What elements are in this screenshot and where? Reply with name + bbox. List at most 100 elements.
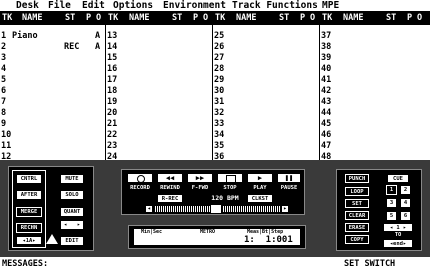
column-divider <box>212 11 213 160</box>
track-output: A <box>95 31 101 41</box>
track-number: 42 <box>321 86 332 96</box>
track-number: 10 <box>1 130 12 140</box>
rechn-button[interactable]: RECHN <box>16 223 42 233</box>
pause-button[interactable]: ❚❚ <box>277 173 301 183</box>
edit-button[interactable]: EDIT <box>60 236 84 246</box>
metro-label: METRO <box>200 229 216 235</box>
tempo-display: 120 BPM <box>205 195 245 202</box>
menu-bar: Desk File Edit Options Environment Track… <box>0 0 430 11</box>
track-number: 13 <box>107 31 118 41</box>
track-number: 15 <box>107 53 118 63</box>
play-button[interactable]: ▶ <box>247 173 273 183</box>
track-number: 34 <box>214 130 225 140</box>
track-output: A <box>95 42 101 52</box>
header-p: P <box>193 13 199 23</box>
after-button[interactable]: AFTER <box>16 190 42 200</box>
cue-slot-4[interactable]: 4 <box>400 198 411 208</box>
menu-edit[interactable]: Edit <box>82 0 105 11</box>
arrow-right-icon[interactable]: ▸ <box>77 222 80 228</box>
mute-button[interactable]: MUTE <box>60 174 84 184</box>
tempo-slider-thumb[interactable] <box>210 204 222 214</box>
to-selector[interactable]: ◂end▸ <box>383 239 413 248</box>
arrow-left-icon[interactable]: ◂ <box>64 222 67 228</box>
menu-track-functions[interactable]: Track Functions <box>232 0 318 11</box>
track-number: 18 <box>107 86 118 96</box>
copy-button[interactable]: COPY <box>345 235 369 244</box>
cue-button[interactable]: CUE <box>387 174 409 183</box>
track-number: 20 <box>107 108 118 118</box>
position-display: 1: 1:001 <box>244 235 293 245</box>
column-divider <box>319 11 320 160</box>
fast-forward-icon: ▶▶ <box>195 174 205 182</box>
track-header: TK NAME ST P O TK NAME ST P O TK NAME ST… <box>0 11 430 25</box>
record-icon <box>137 175 145 183</box>
minsec-label: Min|Sec <box>141 229 163 235</box>
arrow-left-icon[interactable]: ◂ <box>390 225 393 231</box>
from-selector[interactable]: ◂ 1 ▸ <box>383 223 413 232</box>
rrec-button[interactable]: R-REC <box>157 194 183 203</box>
erase-button[interactable]: ERASE <box>345 223 369 232</box>
menu-desk[interactable]: Desk <box>16 0 39 11</box>
channel-selector[interactable]: ◂1A▸ <box>16 236 42 245</box>
track-number: 3 <box>1 53 7 63</box>
set-button[interactable]: SET <box>345 199 369 208</box>
merge-button[interactable]: MERGE <box>16 207 42 217</box>
quant-button[interactable]: QUANT <box>60 207 84 217</box>
cue-slot-5[interactable]: 5 <box>386 211 397 221</box>
quant-selector[interactable]: ◂ ▸ <box>60 220 84 230</box>
column-divider <box>105 11 106 160</box>
track-number: 7 <box>1 97 7 107</box>
header-st: ST <box>65 13 76 23</box>
menu-file[interactable]: File <box>48 0 71 11</box>
to-label: TO <box>394 232 402 238</box>
track-number: 40 <box>321 64 332 74</box>
menu-environment[interactable]: Environment <box>163 0 226 11</box>
track-number: 35 <box>214 141 225 151</box>
solo-button[interactable]: SOLO <box>60 190 84 200</box>
cue-slot-1[interactable]: 1 <box>386 185 397 195</box>
arrow-left-icon: ◂ <box>147 205 151 212</box>
arrow-right-icon: ▸ <box>283 205 287 212</box>
cue-slot-2[interactable]: 2 <box>400 185 411 195</box>
track-number: 43 <box>321 97 332 107</box>
menu-mpe[interactable]: MPE <box>322 0 339 11</box>
arrow-right-icon[interactable]: ▸ <box>32 238 35 244</box>
bpm-label: BPM <box>226 194 239 202</box>
track-number: 44 <box>321 108 332 118</box>
header-name: NAME <box>129 13 150 23</box>
control-panel: CNTRL AFTER MERGE RECHN ◂1A▸ MUTE SOLO Q… <box>0 160 430 257</box>
stop-button[interactable] <box>217 173 243 183</box>
track-number: 28 <box>214 64 225 74</box>
track-number: 30 <box>214 86 225 96</box>
rewind-button[interactable]: ◀◀ <box>157 173 183 183</box>
clkst-button[interactable]: CLKST <box>247 194 273 203</box>
clear-button[interactable]: CLEAR <box>345 211 369 220</box>
header-p: P <box>86 13 92 23</box>
arrow-right-icon[interactable]: ▸ <box>403 241 406 247</box>
track-number: 41 <box>321 75 332 85</box>
header-o: O <box>417 13 423 23</box>
record-button[interactable] <box>127 173 153 183</box>
menu-options[interactable]: Options <box>113 0 153 11</box>
cue-slot-3[interactable]: 3 <box>386 198 397 208</box>
cntrl-button[interactable]: CNTRL <box>16 174 42 184</box>
arrow-right-icon[interactable]: ▸ <box>403 225 406 231</box>
pause-label: PAUSE <box>280 185 298 191</box>
header-name: NAME <box>22 13 43 23</box>
track-number: 22 <box>107 130 118 140</box>
stop-icon <box>226 175 236 183</box>
cue-slot-6[interactable]: 6 <box>400 211 411 221</box>
header-p: P <box>300 13 306 23</box>
track-number: 47 <box>321 141 332 151</box>
track-number: 39 <box>321 53 332 63</box>
header-o: O <box>203 13 209 23</box>
header-tk: TK <box>215 13 226 23</box>
to-value: end <box>393 241 403 247</box>
tempo-increase[interactable]: ▸ <box>281 205 289 213</box>
tempo-decrease[interactable]: ◂ <box>145 205 153 213</box>
loop-button[interactable]: LOOP <box>345 187 369 196</box>
track-number: 9 <box>1 119 7 129</box>
ffwd-button[interactable]: ▶▶ <box>187 173 213 183</box>
track-number: 6 <box>1 86 7 96</box>
punch-button[interactable]: PUNCH <box>345 174 369 183</box>
